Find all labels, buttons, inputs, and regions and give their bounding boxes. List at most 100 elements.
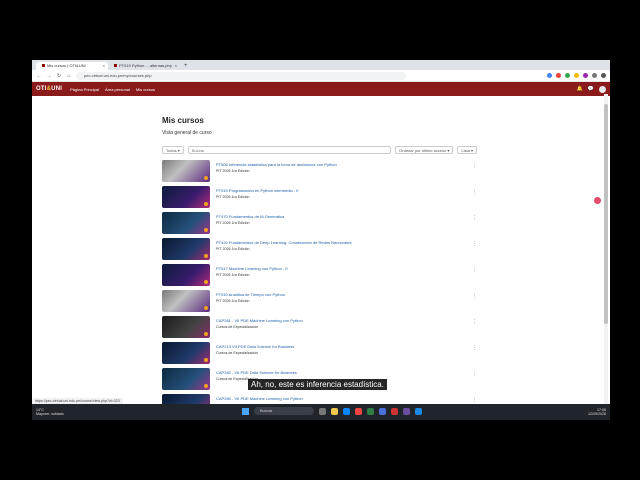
course-thumbnail[interactable] [162, 264, 210, 286]
course-category: Cursos de Especialización [216, 351, 259, 355]
address-bar[interactable]: pec-virtual.uni.edu.pe/my/courses.php [76, 71, 406, 80]
nav-pagina-principal[interactable]: Página Principal [70, 87, 99, 92]
course-title-link[interactable]: PT510 Analítica de Tiempo con Python [216, 292, 285, 297]
course-category: PIT 2026 1ra Edición [216, 273, 250, 277]
video-subtitle: Ah, no, este es inferencia estadística. [248, 379, 387, 390]
course-thumbnail[interactable] [162, 342, 210, 364]
back-icon[interactable]: ← [36, 73, 42, 79]
course-thumbnail[interactable] [162, 186, 210, 208]
favicon-icon [42, 64, 45, 68]
bell-icon[interactable]: 🔔 [577, 86, 583, 92]
course-thumbnail[interactable] [162, 212, 210, 234]
course-category: PIT 2026 1ra Edición [216, 299, 250, 303]
course-menu-icon[interactable]: ⋮ [472, 371, 477, 377]
file-explorer-icon[interactable] [331, 407, 338, 415]
avatar[interactable] [599, 85, 606, 93]
browser-window: Mis cursos | OTI&UNI × PT519 Python ... a… [32, 60, 610, 420]
view-select[interactable]: Lista ▾ [457, 146, 477, 154]
task-view-icon[interactable] [319, 407, 326, 415]
course-menu-icon[interactable]: ⋮ [472, 241, 477, 247]
powerpoint-icon[interactable] [391, 407, 398, 415]
course-title-link[interactable]: PT519 Programación en Python intermedio … [216, 188, 299, 193]
reload-icon[interactable]: ↻ [56, 73, 62, 79]
extension-icon[interactable] [547, 73, 552, 78]
course-menu-icon[interactable]: ⋮ [472, 397, 477, 403]
sort-select[interactable]: Ordenar por último acceso ▾ [395, 146, 454, 154]
course-item[interactable]: PT420 Fundamentos de Deep Learning: Cons… [162, 238, 477, 264]
edge-icon[interactable] [343, 407, 350, 415]
course-thumbnail[interactable] [162, 290, 210, 312]
tab-label: PT519 Python ... alternas.php [119, 63, 172, 68]
excel-icon[interactable] [367, 407, 374, 415]
chrome-icon[interactable] [355, 407, 362, 415]
course-item[interactable]: PT470 Fundamentos de IA Generativa PIT 20… [162, 212, 477, 238]
favicon-icon [114, 64, 117, 68]
app-icon[interactable] [415, 407, 422, 415]
course-title-link[interactable]: PT420 Fundamentos de Deep Learning: Cons… [216, 240, 352, 245]
course-item[interactable]: CAP213 VII PDE Data Science for Business… [162, 342, 477, 368]
course-thumbnail[interactable] [162, 160, 210, 182]
course-item[interactable]: CAP281 - VII PDE Machine Learning con Py… [162, 316, 477, 342]
course-info: PT470 Fundamentos de IA Generativa PIT 20… [216, 214, 284, 225]
course-item[interactable]: PT519 Programación en Python intermedio … [162, 186, 477, 212]
menu-icon[interactable] [601, 73, 606, 78]
course-info: PT420 Fundamentos de Deep Learning: Cons… [216, 240, 352, 251]
course-menu-icon[interactable]: ⋮ [472, 215, 477, 221]
tab-python[interactable]: PT519 Python ... alternas.php × [108, 62, 180, 70]
extension-icon[interactable] [583, 73, 588, 78]
course-menu-icon[interactable]: ⋮ [472, 267, 477, 273]
course-menu-icon[interactable]: ⋮ [472, 319, 477, 325]
nav-area-personal[interactable]: Área personal [105, 87, 130, 92]
course-title-link[interactable]: PT506 Inferencia estadística para la tom… [216, 162, 337, 167]
taskbar-search[interactable]: Buscar [254, 407, 314, 415]
scroll-thumb[interactable] [604, 104, 608, 324]
extension-icon[interactable] [556, 73, 561, 78]
main-content: Mis cursos Vista general de curso Todos … [162, 116, 477, 420]
course-thumbnail[interactable] [162, 316, 210, 338]
extensions [547, 73, 606, 78]
taskbar-apps: Buscar [242, 407, 422, 415]
weather-widget[interactable]: 14°C Mayorm. nublado [36, 408, 64, 416]
teams-icon[interactable] [403, 407, 410, 415]
close-tab-icon[interactable]: × [175, 62, 177, 70]
course-thumbnail[interactable] [162, 368, 210, 390]
tab-mis-cursos[interactable]: Mis cursos | OTI&UNI × [36, 62, 108, 70]
nav-mis-cursos[interactable]: Mis cursos [136, 87, 155, 92]
course-menu-icon[interactable]: ⋮ [472, 345, 477, 351]
search-input[interactable]: Buscar [187, 146, 392, 154]
course-info: PT519 Programación en Python intermedio … [216, 188, 299, 199]
site-logo[interactable]: OTI&UNI [36, 86, 62, 92]
course-title-link[interactable]: PT517 Machine Learning con Python - II [216, 266, 288, 271]
profile-icon[interactable] [592, 73, 597, 78]
extension-icon[interactable] [574, 73, 579, 78]
course-title-link[interactable]: PT470 Fundamentos de IA Generativa [216, 214, 284, 219]
page-subtitle: Vista general de curso [162, 130, 212, 136]
course-item[interactable]: PT510 Analítica de Tiempo con Python PIT … [162, 290, 477, 316]
course-title-link[interactable]: CAP282 - VII PDE Data Science for Busine… [216, 370, 297, 375]
word-icon[interactable] [379, 407, 386, 415]
course-title-link[interactable]: CAP281 - VII PDE Machine Learning con Py… [216, 318, 303, 323]
course-title-link[interactable]: CAP280 - VII PDE Machine Learning con Py… [216, 396, 303, 401]
filter-select[interactable]: Todos ▾ [162, 146, 184, 154]
windows-start-icon[interactable] [242, 407, 249, 415]
course-menu-icon[interactable]: ⋮ [472, 189, 477, 195]
close-tab-icon[interactable]: × [103, 62, 105, 70]
notification-dot[interactable] [594, 197, 601, 204]
course-menu-icon[interactable]: ⋮ [472, 293, 477, 299]
scrollbar[interactable] [604, 94, 608, 412]
course-category: PIT 2026 1ra Edición [216, 169, 250, 173]
course-item[interactable]: PT517 Machine Learning con Python - II PI… [162, 264, 477, 290]
course-title-link[interactable]: CAP213 VII PDE Data Science for Business [216, 344, 294, 349]
clock[interactable]: 17:06 12/05/2026 [588, 408, 606, 416]
course-thumbnail[interactable] [162, 238, 210, 260]
course-category: PIT 2026 1ra Edición [216, 221, 250, 225]
course-info: PT506 Inferencia estadística para la tom… [216, 162, 337, 173]
course-menu-icon[interactable]: ⋮ [472, 163, 477, 169]
chat-icon[interactable]: 💬 [588, 86, 594, 92]
new-tab-button[interactable]: + [180, 62, 192, 70]
home-icon[interactable]: ⌂ [66, 73, 72, 79]
forward-icon[interactable]: → [46, 73, 52, 79]
extension-icon[interactable] [565, 73, 570, 78]
course-item[interactable]: PT506 Inferencia estadística para la tom… [162, 160, 477, 186]
windows-taskbar: 14°C Mayorm. nublado Buscar 17:06 12/05/… [32, 404, 610, 420]
